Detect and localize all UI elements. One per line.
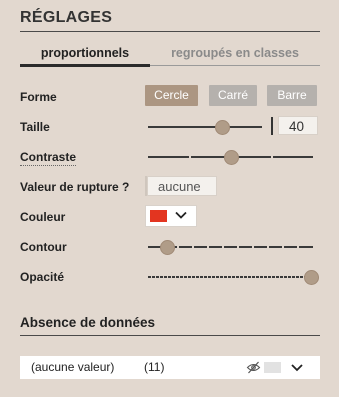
no-data-count: (11) [144,360,165,374]
slider-segment-gap [299,275,300,279]
taille-slider[interactable] [148,120,268,135]
slider-segment-gap [259,275,260,279]
slider-segment-gap [237,245,239,249]
contraste-slider-thumb[interactable] [224,150,239,165]
slider-segment-gap [192,245,194,249]
no-data-row[interactable]: (aucune valeur) (11) [20,356,320,379]
slider-segment-gap [179,275,180,279]
slider-segment-gap [255,275,256,279]
slider-segment-gap [287,275,288,279]
eye-slash-icon[interactable] [246,361,261,374]
slider-segment-gap [187,275,188,279]
slider-segment-gap [267,245,269,249]
slider-segment-gap [211,275,212,279]
absence-section-title: Absence de données [20,315,156,330]
shape-cercle-button[interactable]: Cercle [145,85,198,106]
slider-segment-gap [275,275,276,279]
contour-slider[interactable] [148,240,314,255]
contraste-tick [271,154,273,160]
chevron-down-icon [175,211,187,219]
slider-segment-gap [175,275,176,279]
rupture-label: Valeur de rupture ? [20,180,130,194]
slider-segment-gap [295,275,296,279]
contraste-tick [189,154,191,160]
panel-title: RÉGLAGES [20,9,113,26]
slider-segment-gap [203,275,204,279]
couleur-label: Couleur [20,210,66,224]
shape-barre-button[interactable]: Barre [267,85,317,106]
slider-segment-gap [231,275,232,279]
active-tab-indicator [20,64,150,67]
slider-segment-gap [163,275,164,279]
slider-segment-gap [167,275,168,279]
input-caret-bar [271,117,273,135]
contour-label: Contour [20,240,67,254]
slider-segment-gap [151,275,152,279]
taille-slider-thumb[interactable] [215,120,230,135]
slider-segment-gap [243,275,244,279]
taille-label: Taille [20,120,50,134]
slider-segment-gap [271,275,272,279]
slider-segment-gap [155,275,156,279]
slider-segment-gap [207,275,208,279]
opacite-slider-thumb[interactable] [304,270,319,285]
slider-segment-gap [159,275,160,279]
no-data-label: (aucune valeur) [31,360,115,374]
slider-segment-gap [215,275,216,279]
title-divider [20,31,320,32]
slider-segment-gap [219,275,220,279]
slider-segment-gap [195,275,196,279]
opacite-slider[interactable] [148,270,320,285]
slider-segment-gap [251,275,252,279]
slider-segment-gap [227,275,228,279]
slider-segment-gap [291,275,292,279]
slider-segment-gap [177,245,179,249]
slider-segment-gap [283,275,284,279]
taille-input[interactable]: 40 [278,116,318,135]
forme-label: Forme [20,90,57,104]
tab-proportionnels[interactable]: proportionnels [20,46,150,60]
slider-segment-gap [199,275,200,279]
slider-segment-gap [252,245,254,249]
tab-bar-divider [150,65,320,66]
color-swatch [150,210,167,222]
slider-segment-gap [223,275,224,279]
slider-segment-gap [247,275,248,279]
color-picker-dropdown[interactable] [145,205,197,227]
slider-segment-gap [282,245,284,249]
opacite-label: Opacité [20,270,65,284]
rupture-input[interactable]: aucune [147,176,217,196]
absence-divider [20,335,320,336]
slider-segment-gap [222,245,224,249]
tab-regroupes-en-classes[interactable]: regroupés en classes [160,46,310,60]
taille-slider-track [148,126,262,128]
slider-segment-gap [297,245,299,249]
slider-segment-gap [235,275,236,279]
slider-segment-gap [263,275,264,279]
chevron-down-icon[interactable] [291,364,303,372]
shape-carre-button[interactable]: Carré [209,85,257,106]
slider-segment-gap [239,275,240,279]
slider-segment-gap [191,275,192,279]
contour-slider-thumb[interactable] [160,240,175,255]
slider-segment-gap [279,275,280,279]
contraste-slider[interactable] [148,150,314,165]
slider-segment-gap [171,275,172,279]
contraste-label: Contraste [20,150,77,166]
slider-segment-gap [183,275,184,279]
slider-segment-gap [267,275,268,279]
no-data-color-swatch[interactable] [264,362,281,373]
slider-segment-gap [207,245,209,249]
